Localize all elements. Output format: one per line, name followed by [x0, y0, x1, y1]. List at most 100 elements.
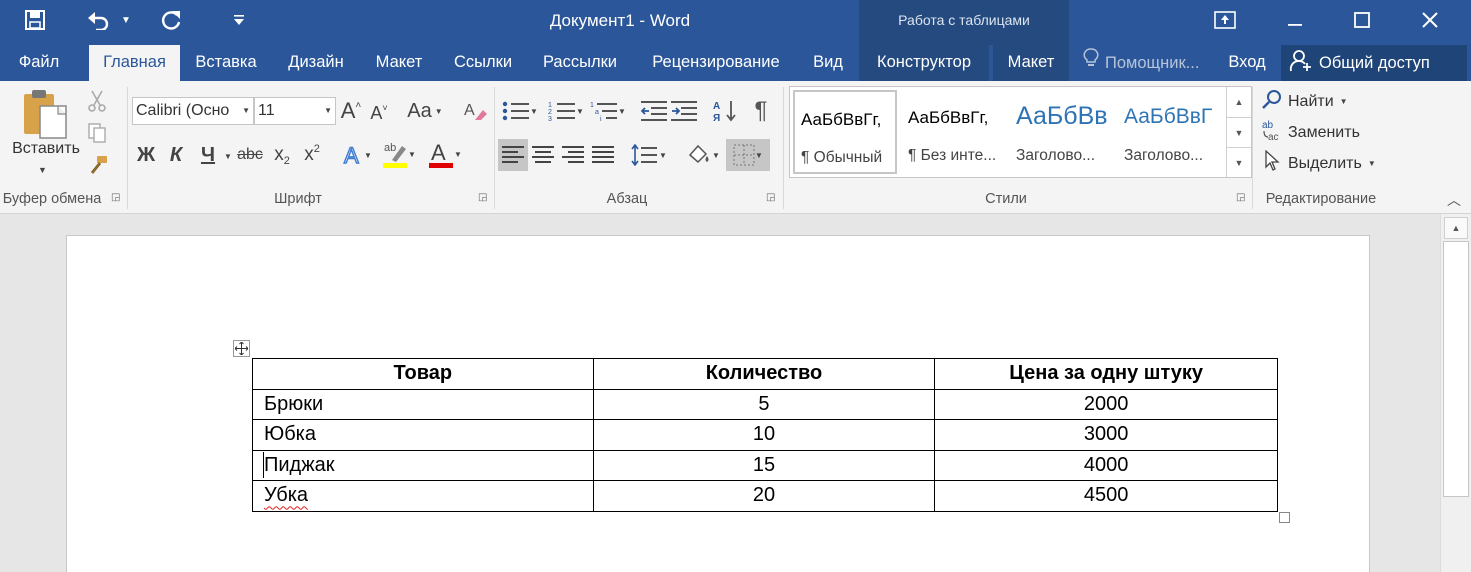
- borders-icon[interactable]: ▼: [726, 139, 770, 171]
- table-cell[interactable]: Пиджак: [252, 449, 594, 481]
- tab-layout[interactable]: Макет: [364, 45, 434, 81]
- tab-file[interactable]: Файл: [0, 45, 78, 81]
- tab-view[interactable]: Вид: [804, 45, 852, 81]
- styles-more-icon[interactable]: ▼: [1226, 147, 1251, 177]
- paste-label[interactable]: Вставить: [6, 140, 86, 158]
- share-button[interactable]: Общий доступ: [1281, 45, 1467, 81]
- table-cell[interactable]: 3000: [934, 419, 1278, 451]
- select-button[interactable]: Выделить ▼: [1262, 149, 1376, 177]
- table-resize-handle[interactable]: [1279, 512, 1290, 523]
- undo-icon[interactable]: [84, 6, 112, 34]
- table-cell[interactable]: Брюки: [252, 388, 594, 420]
- cut-icon[interactable]: [86, 89, 108, 113]
- font-name-combo[interactable]: Calibri (Осно ▼: [132, 97, 254, 125]
- styles-scroll-up-icon[interactable]: ▲: [1226, 87, 1251, 117]
- table-cell[interactable]: 4000: [934, 449, 1278, 481]
- clipboard-launcher-icon[interactable]: ◲: [111, 193, 121, 203]
- collapse-ribbon-icon[interactable]: ︿: [1442, 190, 1466, 210]
- maximize-icon[interactable]: [1331, 0, 1393, 40]
- grow-font-icon[interactable]: A ˄: [339, 97, 363, 125]
- tab-design[interactable]: Дизайн: [276, 45, 356, 81]
- tab-insert[interactable]: Вставка: [186, 45, 266, 81]
- tab-references[interactable]: Ссылки: [444, 45, 522, 81]
- tab-home[interactable]: Главная: [89, 45, 180, 81]
- undo-dropdown-icon[interactable]: ▼: [118, 6, 134, 34]
- shrink-font-icon[interactable]: A ˅: [368, 99, 390, 127]
- shading-icon[interactable]: ▼: [682, 139, 724, 171]
- header-cell[interactable]: Количество: [592, 358, 936, 390]
- svg-text:1: 1: [590, 102, 594, 109]
- sort-icon[interactable]: AЯ: [712, 97, 738, 125]
- paste-dropdown-icon[interactable]: ▼: [38, 165, 47, 175]
- table-cell[interactable]: Юбка: [252, 419, 594, 451]
- highlight-icon[interactable]: ab ▼: [380, 139, 418, 169]
- tab-table-design[interactable]: Конструктор: [859, 45, 989, 81]
- strikethrough-button[interactable]: abc: [236, 141, 264, 169]
- table-move-handle-icon[interactable]: [233, 340, 250, 357]
- text-effects-icon[interactable]: A ▼: [338, 141, 376, 169]
- minimize-icon[interactable]: [1264, 0, 1326, 40]
- table-cell[interactable]: 4500: [934, 480, 1278, 512]
- justify-icon[interactable]: [588, 139, 618, 171]
- tab-mailings[interactable]: Рассылки: [532, 45, 628, 81]
- numbering-icon[interactable]: 1 2 3 ▼: [546, 97, 586, 125]
- repeat-icon[interactable]: [157, 6, 185, 34]
- style-normal[interactable]: АаБбВвГг, ¶ Обычный: [793, 90, 897, 174]
- table-cell[interactable]: 15: [592, 449, 936, 481]
- clear-formatting-icon[interactable]: A: [462, 97, 488, 125]
- product-table[interactable]: Товар Количество Цена за одну штуку Брюк…: [252, 358, 1278, 512]
- scroll-thumb[interactable]: [1443, 241, 1469, 497]
- align-center-icon[interactable]: [528, 139, 558, 171]
- vertical-scrollbar[interactable]: ▲: [1440, 214, 1471, 572]
- header-cell[interactable]: Цена за одну штуку: [934, 358, 1278, 390]
- style-sample: АаБбВвГ: [1124, 105, 1213, 128]
- subscript-button[interactable]: x2: [270, 141, 294, 169]
- increase-indent-icon[interactable]: [670, 97, 698, 125]
- styles-launcher-icon[interactable]: ◲: [1236, 193, 1246, 203]
- styles-scroll-down-icon[interactable]: ▼: [1226, 117, 1251, 147]
- table-cell[interactable]: 2000: [934, 388, 1278, 420]
- bullets-icon[interactable]: ▼: [500, 97, 540, 125]
- table-cell[interactable]: 5: [592, 388, 936, 420]
- style-heading-2[interactable]: АаБбВвГ Заголово...: [1118, 90, 1222, 174]
- tab-table-layout[interactable]: Макет: [993, 45, 1069, 81]
- line-spacing-icon[interactable]: ▼: [628, 139, 670, 171]
- font-color-icon[interactable]: A ▼: [424, 139, 466, 169]
- font-launcher-icon[interactable]: ◲: [478, 193, 488, 203]
- replace-button[interactable]: ab ac Заменить: [1262, 119, 1360, 146]
- close-icon[interactable]: [1399, 0, 1461, 40]
- customize-qat-icon[interactable]: [230, 6, 248, 34]
- show-formatting-icon[interactable]: ¶: [748, 97, 774, 125]
- table-cell[interactable]: 10: [592, 419, 936, 451]
- save-icon[interactable]: [22, 6, 48, 34]
- decrease-indent-icon[interactable]: [640, 97, 668, 125]
- bold-button[interactable]: Ж: [134, 141, 158, 169]
- change-case-icon[interactable]: Aa ▼: [406, 97, 444, 125]
- tab-review[interactable]: Рецензирование: [638, 45, 794, 81]
- align-right-icon[interactable]: [558, 139, 588, 171]
- tell-me-box[interactable]: Помощник...: [1083, 45, 1199, 81]
- italic-button[interactable]: К: [164, 141, 188, 169]
- style-heading-1[interactable]: АаБбВв Заголово...: [1010, 90, 1114, 174]
- copy-icon[interactable]: [86, 121, 108, 145]
- format-painter-icon[interactable]: [86, 153, 110, 177]
- table-cell[interactable]: 20: [592, 480, 936, 512]
- underline-dropdown-icon[interactable]: ▼: [224, 152, 232, 161]
- superscript-button[interactable]: x2: [300, 141, 324, 169]
- font-size-combo[interactable]: 11 ▼: [254, 97, 336, 125]
- underline-button[interactable]: Ч: [194, 141, 222, 169]
- find-button[interactable]: Найти ▼: [1262, 89, 1348, 114]
- sign-in-link[interactable]: Вход: [1222, 45, 1272, 81]
- paragraph-launcher-icon[interactable]: ◲: [766, 193, 776, 203]
- align-left-icon[interactable]: [498, 139, 528, 171]
- table-cell[interactable]: Убка: [252, 480, 594, 512]
- paste-icon[interactable]: [14, 87, 76, 141]
- ribbon-display-icon[interactable]: [1194, 0, 1256, 40]
- misspelled-word[interactable]: Убка: [264, 484, 308, 506]
- style-name: ¶ Без инте...: [908, 147, 997, 164]
- svg-text:1: 1: [548, 102, 552, 109]
- multilevel-list-icon[interactable]: 1 a i ▼: [588, 97, 628, 125]
- header-cell[interactable]: Товар: [252, 358, 594, 390]
- scroll-up-icon[interactable]: ▲: [1444, 217, 1468, 239]
- style-no-spacing[interactable]: АаБбВвГг, ¶ Без инте...: [902, 90, 1006, 174]
